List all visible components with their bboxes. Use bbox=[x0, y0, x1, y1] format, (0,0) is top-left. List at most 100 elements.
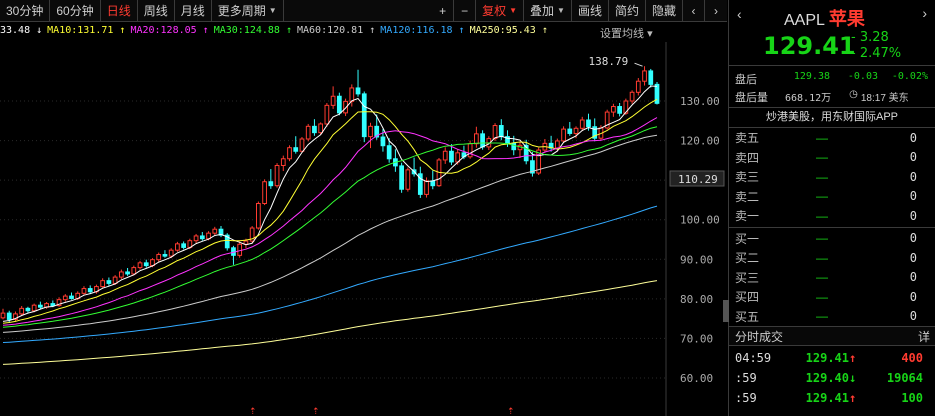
candle-body bbox=[162, 254, 168, 257]
hide-button[interactable]: 隐藏 bbox=[646, 0, 683, 21]
ma-settings-button[interactable]: 设置均线 ▾ bbox=[600, 25, 653, 41]
draw-line-button[interactable]: 画线 bbox=[572, 0, 609, 21]
ask-row: 卖二 — 0 bbox=[729, 187, 935, 207]
candle-body bbox=[268, 181, 274, 187]
bid-label: 买五 bbox=[735, 309, 760, 324]
promo-link[interactable]: 炒港美股，用东财国际APP bbox=[729, 108, 935, 128]
forward-icon[interactable]: › bbox=[922, 5, 927, 21]
ask-label: 卖一 bbox=[735, 209, 760, 224]
overlay-dropdown[interactable]: 叠加 ▼ bbox=[524, 0, 572, 21]
chart-toolbar: 30分钟 60分钟 日线 周线 月线 更多周期 ▼ + − 复权 ▼ 叠加 ▼ 画线 … bbox=[0, 0, 727, 22]
zoom-in-button[interactable]: + bbox=[432, 0, 455, 21]
candle-body bbox=[199, 235, 205, 240]
ask-volume: 0 bbox=[909, 150, 917, 165]
tick-row: :59 129.40 ↓ 19064 bbox=[729, 368, 935, 388]
bid-label: 买一 bbox=[735, 231, 760, 246]
y-tick-label: 80.00 bbox=[680, 293, 713, 306]
event-marker-icon: ⇡ bbox=[507, 406, 515, 416]
ask-row: 卖三 — 0 bbox=[729, 167, 935, 187]
bid-label: 买三 bbox=[735, 270, 760, 285]
order-book: 卖五 — 0 卖四 — 0 卖三 — 0 卖二 — 0 卖一 — 0 买一 — 0 买二 — 0 买三 — 0 买四 — 0 买五 — 0 bbox=[729, 128, 935, 326]
ask-price: — bbox=[816, 189, 828, 204]
more-periods-label: 更多周期 bbox=[217, 4, 266, 18]
candle-body bbox=[175, 243, 180, 251]
bid-volume: 0 bbox=[909, 231, 917, 246]
tick-time: :59 bbox=[735, 371, 757, 385]
candle-body bbox=[131, 267, 137, 275]
tick-volume: 19064 bbox=[886, 371, 923, 385]
candle-body bbox=[262, 181, 267, 204]
bid-price: — bbox=[816, 231, 828, 246]
period-60min[interactable]: 60分钟 bbox=[50, 0, 101, 21]
ticks-header: 分时成交 详 bbox=[729, 326, 935, 346]
next-arrow-icon[interactable]: › bbox=[705, 0, 727, 21]
y-tick-label: 60.00 bbox=[680, 372, 713, 385]
candle-body bbox=[355, 87, 361, 95]
candle-body bbox=[106, 280, 112, 284]
stock-title: AAPL 苹果 bbox=[784, 5, 865, 31]
candle-body bbox=[137, 262, 143, 269]
candle-body bbox=[349, 87, 355, 102]
candle-body bbox=[312, 125, 317, 134]
tick-row: :59 129.41 ↑ 100 bbox=[729, 388, 935, 408]
ask-label: 卖四 bbox=[735, 150, 760, 165]
zoom-out-button[interactable]: − bbox=[454, 0, 477, 21]
adjust-dropdown[interactable]: 复权 ▼ bbox=[476, 0, 525, 21]
candle-body bbox=[424, 180, 429, 195]
ticks-detail-button[interactable]: 详 bbox=[918, 328, 930, 345]
candle-body bbox=[25, 307, 31, 312]
bid-label: 买四 bbox=[735, 290, 760, 305]
bid-row: 买一 — 0 bbox=[729, 229, 935, 249]
kline-chart-svg: 60.0070.0080.0090.00100.00110.00120.0013… bbox=[0, 42, 725, 416]
candle-body bbox=[0, 312, 6, 319]
panel-collapse-handle[interactable] bbox=[723, 300, 729, 322]
event-marker-icon: ⇡ bbox=[312, 406, 320, 416]
ask-row: 卖五 — 0 bbox=[729, 128, 935, 148]
chevron-down-icon: ▼ bbox=[557, 6, 565, 15]
period-monthly[interactable]: 月线 bbox=[175, 0, 212, 21]
candle-body bbox=[280, 158, 286, 167]
candle-body bbox=[256, 202, 261, 229]
bid-price: — bbox=[816, 270, 828, 285]
after-hours-volume-label: 盘后量 bbox=[735, 92, 768, 104]
after-hours-price: 129.38 bbox=[793, 71, 830, 82]
ma-legend-item: MA60:120.81 ↑ bbox=[297, 25, 376, 36]
candle-body bbox=[6, 312, 12, 320]
overlay-label: 叠加 bbox=[530, 4, 555, 18]
period-weekly[interactable]: 周线 bbox=[138, 0, 175, 21]
bid-row: 买三 — 0 bbox=[729, 268, 935, 288]
candle-body bbox=[19, 307, 25, 315]
candle-body bbox=[336, 95, 342, 114]
chevron-down-icon: ▼ bbox=[268, 6, 277, 15]
period-daily[interactable]: 日线 bbox=[101, 0, 138, 21]
candle-body bbox=[125, 271, 130, 275]
prev-arrow-icon[interactable]: ‹ bbox=[683, 0, 705, 21]
simple-mode-button[interactable]: 简约 bbox=[609, 0, 646, 21]
candle-body bbox=[31, 304, 37, 312]
y-tick-label: 130.00 bbox=[680, 95, 720, 108]
candle-body bbox=[368, 125, 373, 138]
bid-volume: 0 bbox=[909, 270, 917, 285]
tick-price: 129.41 bbox=[805, 351, 849, 365]
candle-body bbox=[386, 145, 392, 160]
candle-body bbox=[498, 125, 504, 138]
candle-body bbox=[561, 128, 566, 142]
candle-body bbox=[586, 119, 591, 128]
after-hours-volume: 668.12万 bbox=[785, 93, 832, 104]
more-periods-dropdown[interactable]: 更多周期 ▼ bbox=[212, 0, 284, 21]
back-icon[interactable]: ‹ bbox=[737, 6, 742, 22]
candle-body bbox=[642, 70, 647, 82]
ask-price: — bbox=[816, 208, 828, 223]
period-30min[interactable]: 30分钟 bbox=[0, 0, 51, 21]
bid-volume: 0 bbox=[909, 289, 917, 304]
last-price: 129.41 bbox=[763, 32, 856, 60]
ma-legend-item: MA20:128.05 ↑ bbox=[130, 25, 209, 36]
tick-time: 04:59 bbox=[735, 351, 772, 365]
ma-legend-item: MA30:124.88 ↑ bbox=[213, 25, 292, 36]
candle-body bbox=[617, 106, 622, 114]
candle-body bbox=[299, 138, 305, 152]
candle-body bbox=[318, 123, 324, 134]
bid-price: — bbox=[816, 250, 828, 265]
candle-body bbox=[100, 280, 106, 288]
kline-chart[interactable]: 60.0070.0080.0090.00100.00110.00120.0013… bbox=[0, 42, 727, 416]
